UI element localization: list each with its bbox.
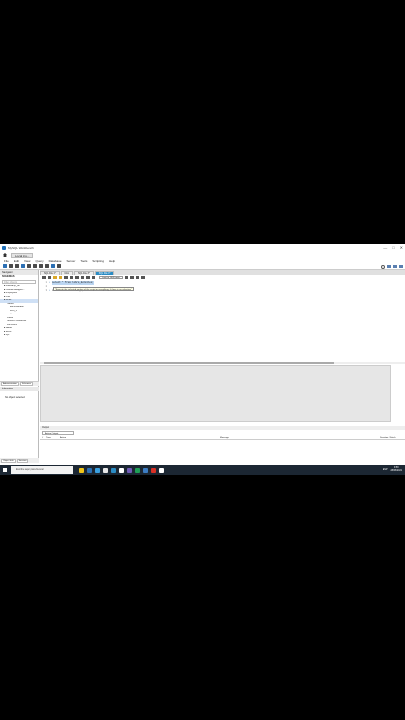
create-procedure-icon[interactable] bbox=[39, 264, 43, 268]
mysql-workbench-icon bbox=[2, 246, 6, 250]
open-sql-script-icon[interactable] bbox=[9, 264, 13, 268]
menu-query[interactable]: Query bbox=[35, 259, 43, 263]
taskbar-app-icon[interactable] bbox=[79, 467, 84, 473]
find-icon[interactable] bbox=[130, 275, 134, 280]
system-tray: ESP 9:58 28/06/2021 bbox=[383, 465, 402, 475]
taskbar-app-icon[interactable] bbox=[143, 467, 148, 473]
output-columns: # Time Action Message Duration / Fetch bbox=[40, 436, 405, 440]
scrollbar-thumb[interactable] bbox=[44, 362, 334, 364]
rollback-icon[interactable] bbox=[86, 275, 90, 280]
create-table-icon[interactable] bbox=[27, 264, 31, 268]
tab-schemas[interactable]: Schemas bbox=[19, 382, 33, 386]
open-file-icon[interactable] bbox=[42, 275, 46, 280]
autocommit-icon[interactable] bbox=[91, 275, 95, 280]
main-toolbar bbox=[0, 263, 405, 270]
taskbar-search[interactable]: Escribe aquí para buscar bbox=[11, 466, 73, 474]
explain-icon[interactable] bbox=[64, 275, 68, 280]
windows-taskbar: Escribe aquí para buscar ESP 9:58 28/06/… bbox=[0, 465, 405, 475]
col-duration: Duration / Fetch bbox=[380, 437, 396, 439]
create-schema-icon[interactable] bbox=[21, 264, 25, 268]
maximize-button[interactable]: □ bbox=[392, 245, 394, 250]
result-grid-area bbox=[40, 365, 391, 422]
beautify-icon[interactable] bbox=[124, 275, 129, 280]
information-header: Information bbox=[0, 387, 39, 391]
menu-edit[interactable]: Edit bbox=[14, 259, 19, 263]
window-title: MySQL Workbench bbox=[8, 246, 34, 250]
tab-session[interactable]: Session bbox=[16, 458, 29, 463]
connection-tab[interactable]: Local ins... bbox=[11, 252, 34, 258]
minimize-button[interactable]: — bbox=[383, 245, 387, 250]
taskbar-app-icon[interactable] bbox=[95, 467, 100, 473]
execute-icon[interactable] bbox=[53, 275, 57, 280]
info-tabs: Object Info Session bbox=[0, 458, 39, 463]
tray-lang[interactable]: ESP bbox=[383, 469, 388, 471]
clock[interactable]: 9:58 28/06/2021 bbox=[391, 467, 403, 473]
output-type-select[interactable]: Action Output bbox=[42, 431, 74, 435]
menu-help[interactable]: Help bbox=[109, 259, 115, 263]
commit-icon[interactable] bbox=[80, 275, 84, 280]
schema-tree: ▸ bootcamp_db ▸ coursemanagem... ▸ employe… bbox=[0, 285, 38, 338]
output-header: Output bbox=[40, 426, 405, 430]
invisible-chars-icon[interactable] bbox=[135, 275, 140, 280]
execute-current-statement-icon[interactable] bbox=[58, 275, 62, 280]
taskbar-app-icon[interactable] bbox=[135, 467, 140, 473]
home-icon[interactable] bbox=[3, 253, 7, 257]
tab-object-info[interactable]: Object Info bbox=[1, 458, 16, 463]
save-icon[interactable] bbox=[47, 275, 51, 280]
taskbar-app-icon[interactable] bbox=[159, 467, 164, 473]
menu-tools[interactable]: Tools bbox=[80, 259, 87, 263]
taskbar-apps bbox=[79, 467, 164, 473]
taskbar-app-icon[interactable] bbox=[127, 467, 132, 473]
col-action: Action bbox=[60, 437, 67, 439]
editor-horizontal-scrollbar[interactable] bbox=[40, 362, 405, 364]
navigator-tabs: Administration Schemas bbox=[0, 381, 39, 386]
taskbar-app-icon[interactable] bbox=[111, 467, 116, 473]
no-object-selected-text: No object selected bbox=[5, 396, 25, 399]
toggle-output-icon[interactable] bbox=[393, 265, 397, 268]
windows-icon bbox=[3, 468, 7, 472]
col-time: Time bbox=[46, 437, 51, 439]
taskbar-app-icon[interactable] bbox=[119, 467, 124, 473]
sql-editor[interactable]: 1•select * from libro_detalles; 2 3•sele… bbox=[40, 280, 405, 363]
start-button[interactable] bbox=[0, 465, 10, 475]
stop-icon[interactable] bbox=[69, 275, 73, 280]
search-table-data-icon[interactable] bbox=[51, 264, 55, 268]
clock-date: 28/06/2021 bbox=[390, 470, 403, 472]
title-bar: MySQL Workbench — □ ✕ bbox=[0, 244, 405, 252]
menu-database[interactable]: Database bbox=[49, 259, 62, 263]
menu-view[interactable]: View bbox=[24, 259, 30, 263]
schema-tree-item[interactable]: ▸ sys bbox=[0, 334, 38, 338]
menu-file[interactable]: File bbox=[4, 259, 9, 263]
layout-controls bbox=[381, 263, 403, 270]
execute-tooltip: "Execute the selected portion of the scr… bbox=[53, 287, 134, 291]
taskbar-app-icon[interactable] bbox=[103, 467, 108, 473]
reconnect-icon[interactable] bbox=[57, 264, 61, 268]
line-number: 3 bbox=[45, 289, 47, 292]
toggle-error-continue-icon[interactable] bbox=[75, 275, 79, 280]
limit-rows-select[interactable]: Limit to 1000 rows bbox=[99, 275, 123, 280]
toggle-sidebar-icon[interactable] bbox=[387, 265, 391, 268]
gear-icon[interactable] bbox=[381, 264, 385, 269]
menu-scripting[interactable]: Scripting bbox=[92, 259, 104, 263]
taskbar-app-icon[interactable] bbox=[151, 467, 156, 473]
toggle-secondary-sidebar-icon[interactable] bbox=[399, 265, 403, 268]
tab-administration[interactable]: Administration bbox=[1, 382, 19, 386]
wrap-lines-icon[interactable] bbox=[141, 275, 145, 280]
filter-objects-input[interactable]: Filter objects bbox=[2, 280, 36, 284]
workbench-screen: MySQL Workbench — □ ✕ Local ins... File … bbox=[0, 244, 405, 475]
close-button[interactable]: ✕ bbox=[400, 245, 403, 250]
col-message: Message bbox=[220, 437, 229, 439]
schemas-header: SCHEMAS bbox=[2, 275, 15, 278]
new-sql-tab-icon[interactable] bbox=[3, 264, 7, 268]
create-function-icon[interactable] bbox=[45, 264, 49, 268]
open-inspector-icon[interactable] bbox=[15, 264, 19, 268]
window-controls: — □ ✕ bbox=[383, 245, 403, 250]
menu-server[interactable]: Server bbox=[66, 259, 75, 263]
navigator-sidebar: Navigator SCHEMAS Filter objects ▸ bootc… bbox=[0, 270, 39, 463]
taskbar-app-icon[interactable] bbox=[87, 467, 92, 473]
create-view-icon[interactable] bbox=[33, 264, 37, 268]
